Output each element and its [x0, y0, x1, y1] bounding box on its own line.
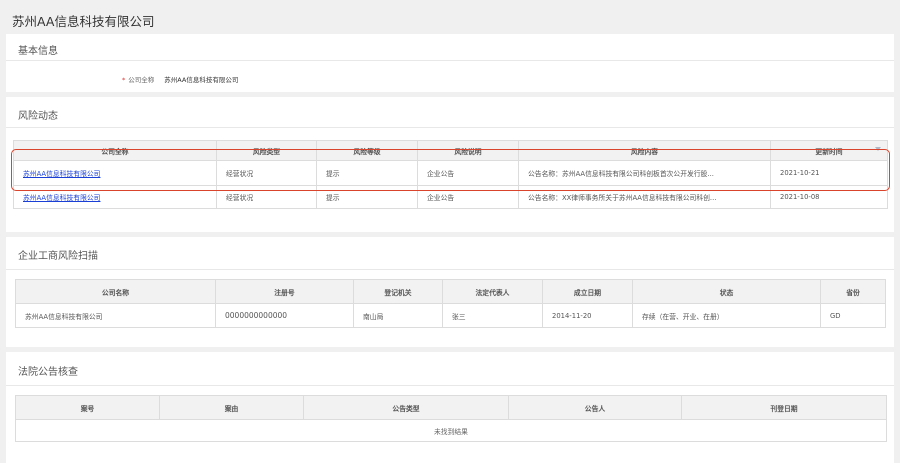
biz-col-founded: 成立日期	[542, 279, 633, 304]
company-full-name-label: 公司全称	[128, 76, 155, 84]
sort-down-icon[interactable]	[875, 147, 881, 151]
court-col-announcer: 公告人	[508, 395, 682, 420]
table-row: 苏州AA信息科技有限公司 经营状况 提示 企业公告 公告名称：苏州AA信息科技有…	[13, 160, 888, 186]
risk-content: 公告名称：XX律师事务所关于苏州AA信息科技有限公司科创...	[518, 185, 771, 209]
basic-info-card: 基本信息 * 公司全称 苏州AA信息科技有限公司	[6, 34, 894, 92]
biz-founded: 2014-11-20	[542, 303, 633, 328]
biz-reg-no: 0000000000000	[215, 303, 354, 328]
court-notice-card: 法院公告核查 案号 案由 公告类型 公告人 刊登日期 未找到结果	[6, 352, 894, 463]
biz-name: 苏州AA信息科技有限公司	[15, 303, 216, 328]
business-risk-card: 企业工商风险扫描 公司名称 注册号 登记机关 法定代表人 成立日期 状态 省份 …	[6, 237, 894, 347]
court-notice-title: 法院公告核查	[18, 367, 78, 378]
risk-col-date[interactable]: 更新时间	[770, 140, 888, 161]
court-notice-table: 案号 案由 公告类型 公告人 刊登日期 未找到结果	[15, 395, 887, 442]
risk-type: 经营状况	[216, 160, 317, 186]
biz-col-province: 省份	[820, 279, 886, 304]
risk-col-type[interactable]: 风险类型	[216, 140, 317, 161]
biz-rep: 张三	[442, 303, 543, 328]
page-title: 苏州AA信息科技有限公司	[12, 14, 155, 29]
court-col-case-no: 案号	[15, 395, 160, 420]
risk-dynamics-card: 风险动态 公司全称 风险类型 风险等级 风险说明 风险内容 更新时间 苏州AA信…	[6, 97, 894, 232]
business-risk-table: 公司名称 注册号 登记机关 法定代表人 成立日期 状态 省份 苏州AA信息科技有…	[15, 279, 886, 328]
business-risk-title: 企业工商风险扫描	[18, 251, 98, 262]
biz-col-reg-no: 注册号	[215, 279, 354, 304]
risk-col-content[interactable]: 风险内容	[518, 140, 771, 161]
court-col-cause: 案由	[159, 395, 304, 420]
biz-col-rep: 法定代表人	[442, 279, 543, 304]
biz-col-name: 公司名称	[15, 279, 216, 304]
biz-authority: 南山局	[353, 303, 443, 328]
risk-desc: 企业公告	[417, 185, 519, 209]
company-link[interactable]: 苏州AA信息科技有限公司	[23, 170, 100, 178]
risk-date: 2021-10-21	[770, 160, 888, 186]
company-link[interactable]: 苏州AA信息科技有限公司	[23, 194, 100, 202]
risk-col-desc[interactable]: 风险说明	[417, 140, 519, 161]
biz-col-status: 状态	[632, 279, 821, 304]
empty-result: 未找到结果	[15, 419, 887, 442]
risk-content: 公告名称：苏州AA信息科技有限公司科创板首次公开发行股...	[518, 160, 771, 186]
biz-status: 存续（在营、开业、在册）	[632, 303, 821, 328]
court-col-type: 公告类型	[303, 395, 509, 420]
risk-dynamics-title: 风险动态	[18, 111, 58, 122]
risk-type: 经营状况	[216, 185, 317, 209]
risk-date: 2021-10-08	[770, 185, 888, 209]
court-col-date: 刊登日期	[681, 395, 887, 420]
risk-col-company[interactable]: 公司全称	[13, 140, 217, 161]
company-full-name-value: 苏州AA信息科技有限公司	[164, 76, 239, 84]
basic-info-title: 基本信息	[18, 46, 58, 57]
table-row: 苏州AA信息科技有限公司 经营状况 提示 企业公告 公告名称：XX律师事务所关于…	[13, 185, 888, 209]
required-marker: *	[122, 76, 126, 84]
company-full-name-field: * 公司全称 苏州AA信息科技有限公司	[122, 74, 238, 84]
risk-desc: 企业公告	[417, 160, 519, 186]
risk-col-level[interactable]: 风险等级	[316, 140, 418, 161]
table-row: 苏州AA信息科技有限公司 0000000000000 南山局 张三 2014-1…	[15, 303, 886, 328]
risk-level: 提示	[316, 185, 418, 209]
risk-table: 公司全称 风险类型 风险等级 风险说明 风险内容 更新时间 苏州AA信息科技有限…	[13, 140, 888, 209]
biz-col-authority: 登记机关	[353, 279, 443, 304]
risk-level: 提示	[316, 160, 418, 186]
biz-province: GD	[820, 303, 886, 328]
